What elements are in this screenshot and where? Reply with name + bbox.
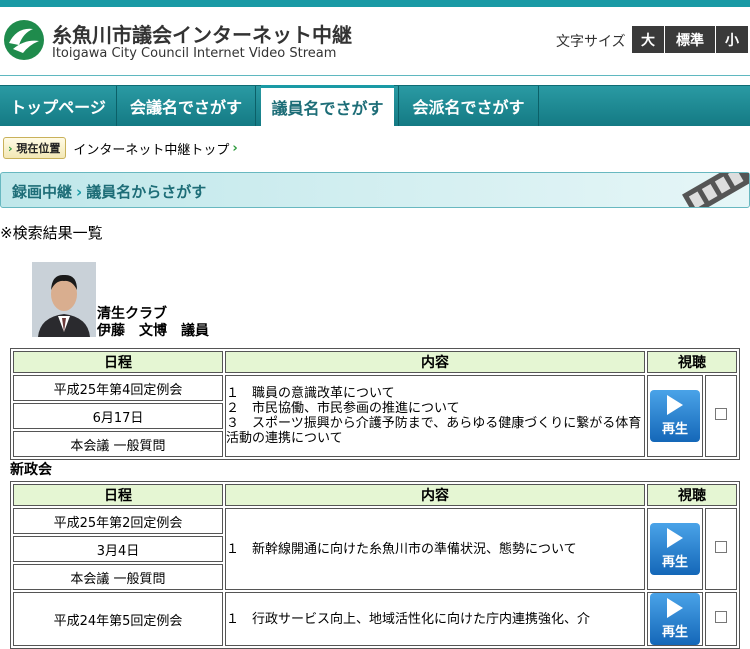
select-cell bbox=[705, 508, 737, 590]
current-location-badge: › 現在位置 bbox=[3, 137, 67, 159]
content-line: ２ 市民協働、市民参画の推進について bbox=[226, 401, 460, 416]
top-accent-line bbox=[0, 0, 750, 7]
record-session: 平成25年第4回定例会 bbox=[13, 375, 223, 401]
results-table-2: 日程 内容 視聴 平成25年第2回定例会 １ 新幹線開通に向けた糸魚川市の準備状… bbox=[10, 481, 740, 649]
tab-search-by-faction[interactable]: 会派名でさがす bbox=[398, 86, 539, 126]
play-icon bbox=[667, 528, 683, 548]
play-button[interactable]: 再生 bbox=[650, 390, 700, 442]
play-label: 再生 bbox=[661, 422, 688, 437]
breadcrumb: › 現在位置 インターネット中継トップ › bbox=[3, 137, 238, 159]
col-header-view: 視聴 bbox=[647, 484, 737, 506]
play-icon bbox=[667, 598, 683, 618]
results-table-1: 日程 内容 視聴 平成25年第4回定例会 １ 職員の意識改革について ２ 市民協… bbox=[10, 348, 740, 460]
select-cell bbox=[705, 592, 737, 646]
section-title-part1: 録画中継 bbox=[12, 183, 73, 201]
breadcrumb-link-top[interactable]: インターネット中継トップ bbox=[73, 139, 229, 158]
record-date: 3月4日 bbox=[13, 536, 223, 562]
select-checkbox[interactable] bbox=[715, 611, 727, 623]
font-size-standard-button[interactable]: 標準 bbox=[665, 26, 716, 53]
content-line: １ 新幹線開通に向けた糸魚川市の準備状況、態勢について bbox=[226, 541, 577, 557]
tab-search-by-meeting[interactable]: 会議名でさがす bbox=[117, 86, 256, 126]
faction-label: 新政会 bbox=[10, 462, 52, 478]
current-location-label: 現在位置 bbox=[16, 142, 61, 155]
main-nav: トップページ 会議名でさがす 議員名でさがす 会派名でさがす bbox=[0, 85, 750, 126]
record-content: １ 職員の意識改革について ２ 市民協働、市民参画の推進について ３ スポーツ振… bbox=[225, 375, 645, 457]
site-header: 糸魚川市議会インターネット中継 Itoigawa City Council In… bbox=[0, 7, 750, 76]
play-icon bbox=[667, 395, 683, 415]
chevron-right-icon: › bbox=[76, 183, 83, 201]
record-date: 6月17日 bbox=[13, 403, 223, 429]
play-label: 再生 bbox=[661, 555, 688, 570]
record-content: １ 行政サービス向上、地域活性化に向けた庁内連携強化、介 bbox=[225, 592, 645, 646]
section-title-part2: 議員名からさがす bbox=[86, 183, 207, 201]
col-header-schedule: 日程 bbox=[13, 351, 223, 373]
font-size-large-button[interactable]: 大 bbox=[632, 26, 665, 53]
member-photo bbox=[32, 262, 96, 337]
font-size-buttons: 大 標準 小 bbox=[632, 26, 748, 53]
col-header-view: 視聴 bbox=[647, 351, 737, 373]
select-checkbox[interactable] bbox=[715, 541, 727, 553]
col-header-content: 内容 bbox=[225, 351, 645, 373]
play-cell: 再生 bbox=[647, 592, 703, 646]
record-type: 本会議 一般質問 bbox=[13, 431, 223, 457]
tab-top-page[interactable]: トップページ bbox=[0, 86, 117, 126]
section-title: 録画中継 › 議員名からさがす bbox=[12, 181, 206, 202]
font-size-label: 文字サイズ bbox=[556, 34, 626, 50]
record-session: 平成25年第2回定例会 bbox=[13, 508, 223, 534]
chevron-right-icon: › bbox=[8, 142, 13, 155]
city-logo-icon[interactable] bbox=[3, 19, 45, 61]
font-size-small-button[interactable]: 小 bbox=[716, 26, 748, 53]
record-content: １ 新幹線開通に向けた糸魚川市の準備状況、態勢について bbox=[225, 508, 645, 590]
play-button[interactable]: 再生 bbox=[650, 523, 700, 575]
content-line: １ 職員の意識改革について bbox=[226, 386, 395, 401]
select-cell bbox=[705, 375, 737, 457]
col-header-schedule: 日程 bbox=[13, 484, 223, 506]
results-label: ※検索結果一覧 bbox=[0, 224, 103, 242]
play-cell: 再生 bbox=[647, 508, 703, 590]
play-button[interactable]: 再生 bbox=[650, 593, 700, 645]
record-session: 平成24年第5回定例会 bbox=[13, 592, 223, 646]
member-name: 伊藤 文博 議員 bbox=[97, 323, 209, 339]
col-header-content: 内容 bbox=[225, 484, 645, 506]
content-line: ３ スポーツ振興から介護予防まで、あらゆる健康づくりに繋がる体育活動の連携につい… bbox=[226, 416, 642, 446]
play-label: 再生 bbox=[661, 625, 688, 640]
film-strip-icon bbox=[682, 173, 749, 207]
site-subtitle: Itoigawa City Council Internet Video Str… bbox=[52, 46, 337, 61]
record-type: 本会議 一般質問 bbox=[13, 564, 223, 590]
section-header: 録画中継 › 議員名からさがす bbox=[0, 172, 750, 208]
select-checkbox[interactable] bbox=[715, 408, 727, 420]
play-cell: 再生 bbox=[647, 375, 703, 457]
tab-search-by-member[interactable]: 議員名でさがす bbox=[261, 85, 394, 126]
chevron-right-icon: › bbox=[232, 140, 238, 156]
content-line: １ 行政サービス向上、地域活性化に向けた庁内連携強化、介 bbox=[226, 611, 591, 627]
site-title[interactable]: 糸魚川市議会インターネット中継 bbox=[52, 19, 352, 48]
